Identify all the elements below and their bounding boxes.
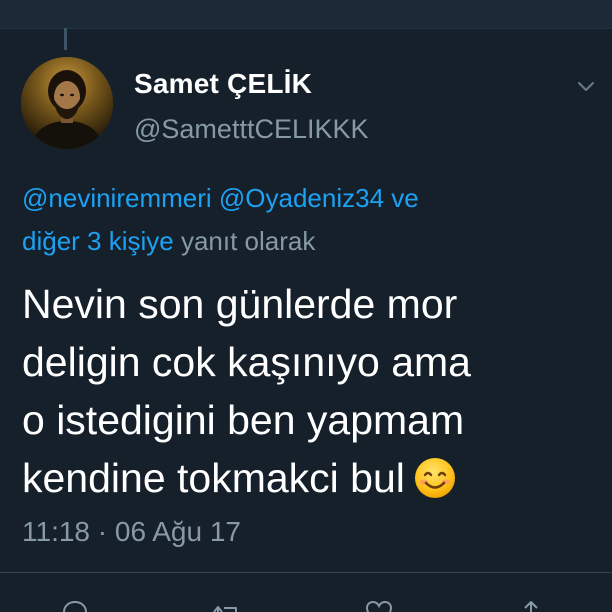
divider xyxy=(0,572,612,573)
user-handle[interactable]: @SametttCELIKKK xyxy=(134,114,369,145)
reply-icon[interactable] xyxy=(60,598,90,612)
tweet-text: Nevin son günlerde mor deligin cok kaşın… xyxy=(22,275,602,507)
tweet-text-line: deligin cok kaşınıyo ama xyxy=(22,339,471,385)
tweet-text-line: o istedigini ben yapmam xyxy=(22,397,465,443)
reply-context: @neviniremmeri @Oyadeniz34 ve diğer 3 ki… xyxy=(22,177,592,263)
others-link[interactable]: diğer 3 kişiye xyxy=(22,226,174,256)
chevron-down-icon[interactable] xyxy=(574,74,598,98)
mention-link[interactable]: @Oyadeniz34 xyxy=(219,183,384,213)
reply-connector[interactable]: ve xyxy=(391,183,418,213)
mention-link[interactable]: @neviniremmeri xyxy=(22,183,212,213)
avatar[interactable] xyxy=(21,57,113,149)
tweet-text-line-content: kendine tokmakci bul xyxy=(22,455,405,501)
thread-connector-line xyxy=(64,28,67,50)
previous-tweet-strip xyxy=(0,0,612,29)
like-icon[interactable] xyxy=(364,598,394,612)
retweet-icon[interactable] xyxy=(212,598,242,612)
avatar-portrait-icon xyxy=(21,57,113,149)
reply-suffix: yanıt olarak xyxy=(180,226,316,256)
tweet-screen: Samet ÇELİK @SametttCELIKKK @neviniremme… xyxy=(0,0,612,612)
smiling-face-icon xyxy=(414,458,455,498)
share-icon[interactable] xyxy=(516,598,546,612)
tweet-text-line-last: kendine tokmakci bul xyxy=(22,449,602,507)
display-name[interactable]: Samet ÇELİK xyxy=(134,68,312,100)
tweet-text-line: Nevin son günlerde mor xyxy=(22,281,458,327)
tweet-timestamp[interactable]: 11:18 · 06 Ağu 17 xyxy=(22,516,241,548)
tweet-actions xyxy=(0,590,612,612)
